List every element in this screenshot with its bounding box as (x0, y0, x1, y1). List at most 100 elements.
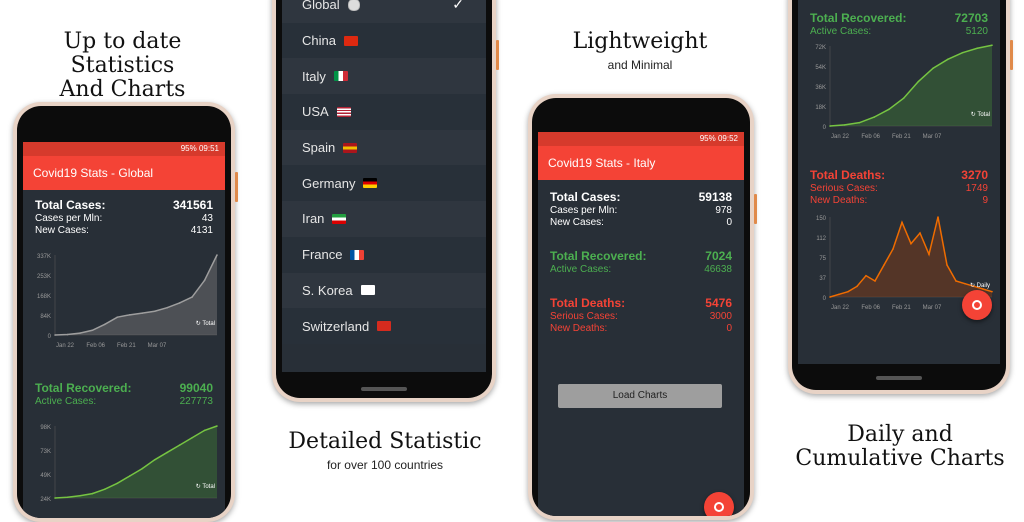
total-recovered-value: 7024 (705, 249, 732, 263)
country-item[interactable]: Spain (282, 129, 486, 166)
data-point (873, 116, 875, 118)
data-point (91, 492, 94, 495)
data-point (116, 316, 119, 318)
country-item[interactable]: China (282, 22, 486, 59)
country-item[interactable]: USA (282, 94, 486, 130)
data-point (932, 67, 934, 70)
new-cases-value: 4131 (190, 225, 213, 236)
globe-icon (714, 502, 724, 512)
recovered-chart: 98K 73K 49K 24K ↻ Total (23, 422, 225, 502)
data-point (153, 310, 156, 313)
chart-toggle[interactable]: ↻ Total (971, 111, 990, 118)
data-point (838, 293, 840, 296)
home-indicator (361, 387, 407, 391)
data-point (66, 496, 69, 499)
country-item[interactable]: France (282, 236, 486, 273)
screen-charts: Total Recovered: 72703 Active Cases: 5120 … (798, 0, 1000, 364)
country-name: Germany (302, 175, 356, 191)
x-tick-label: Jan 22 (831, 305, 850, 311)
active-cases-value: 46638 (704, 264, 732, 275)
chart-toggle-label[interactable]: ↻ Daily (970, 282, 990, 289)
data-point (883, 264, 885, 266)
data-point (829, 296, 831, 298)
app-title: Covid19 Stats - Global (23, 156, 225, 190)
data-point (919, 232, 921, 234)
phone-body: 95% 09:51 Covid19 Stats - Global Total C… (17, 106, 231, 518)
country-item[interactable]: Iran (282, 201, 486, 237)
data-point (991, 290, 993, 293)
globe-fab[interactable] (962, 290, 992, 320)
data-point (79, 332, 81, 334)
total-cases-value: 341561 (172, 198, 213, 212)
data-point (865, 274, 867, 277)
data-point (976, 47, 979, 50)
x-tick-label: Jan 22 (56, 343, 75, 349)
data-point (888, 108, 890, 111)
total-cases-chart-svg: 337K 253K 168K 84K 0 Jan 22 Feb 06 Feb 21 Mar 07… (37, 254, 218, 349)
serious-cases-label: Serious Cases: (810, 183, 878, 194)
x-tick-label: Feb 06 (861, 305, 880, 311)
flag-china-icon (343, 35, 358, 46)
country-list: Global ✓ China Italy USA Spain Germany Iran Fran… (282, 0, 486, 344)
side-button (235, 172, 238, 202)
new-cases-label: New Cases: (550, 217, 604, 228)
data-point (166, 306, 168, 309)
x-tick-label: Feb 21 (892, 305, 911, 311)
data-point (829, 125, 831, 127)
chart-toggle-label[interactable]: ↻ Total (196, 320, 215, 327)
data-point (66, 333, 69, 336)
y-tick-label: 98K (40, 425, 51, 431)
new-deaths-value: 0 (726, 323, 732, 334)
chart-toggle-label[interactable]: ↻ Total (971, 111, 990, 118)
chart-toggle[interactable]: ↻ Daily (970, 282, 990, 289)
data-point (104, 323, 106, 326)
y-tick-label: 84K (40, 314, 51, 320)
new-cases-value: 0 (726, 217, 732, 228)
country-item[interactable]: Global ✓ (282, 0, 486, 23)
x-tick-label: Mar 07 (148, 343, 167, 349)
recovered-chart-svg: 98K73K49K24K↻ Total (40, 425, 218, 502)
chart-toggle[interactable]: ↻ Total (196, 483, 215, 490)
data-point (54, 497, 56, 499)
recovered-chart: 72K 54K 36K 18K 0 Jan 22 Feb 06 Feb 21 Mar 07 ↻ T… (798, 42, 1000, 142)
y-tick-label: 253K (37, 274, 51, 280)
phone-country-list: Global ✓ China Italy USA Spain Germany Iran Fran… (272, 0, 499, 402)
country-name: Iran (302, 211, 325, 227)
country-item[interactable]: Germany (282, 165, 486, 202)
cases-per-mln-value: 978 (715, 205, 732, 216)
phone-italy: 95% 09:52 Covid19 Stats - Italy Total Ca… (528, 94, 757, 520)
data-point (104, 488, 106, 490)
caption-lightweight-title: Lightweight (572, 29, 708, 54)
country-item[interactable]: Switzerland (282, 308, 486, 344)
data-point (203, 279, 206, 282)
country-item[interactable]: Italy (282, 58, 486, 95)
total-recovered-value: 72703 (954, 11, 988, 25)
cases-per-mln-label: Cases per Mln: (35, 213, 103, 224)
total-deaths-label: Total Deaths: (550, 296, 626, 310)
chart-toggle[interactable]: ↻ Total (196, 320, 215, 327)
new-deaths-label: New Deaths: (810, 195, 868, 206)
x-tick-label: Jan 22 (831, 134, 850, 140)
country-name: Global (302, 0, 340, 13)
x-tick-label: Feb 06 (86, 343, 105, 349)
status-bar: 95% 09:51 (23, 142, 225, 156)
country-item[interactable]: S. Korea (282, 272, 486, 309)
y-tick-label: 37 (819, 276, 826, 282)
active-cases-label: Active Cases: (550, 264, 612, 275)
data-point (902, 97, 905, 100)
country-name: USA (302, 104, 329, 120)
flag-korea-icon (360, 285, 375, 296)
caption-charts: Daily and Cumulative Charts (790, 423, 1010, 471)
country-name: China (302, 33, 336, 49)
chart-toggle-label[interactable]: ↻ Total (196, 483, 215, 490)
check-icon: ✓ (452, 0, 464, 13)
data-point (79, 494, 81, 497)
active-cases-label: Active Cases: (810, 26, 872, 37)
y-tick-label: 150 (816, 216, 827, 222)
load-charts-button[interactable]: Load Charts (558, 384, 722, 408)
caption-statistics: Up to date Statistics And Charts (10, 30, 235, 102)
y-tick-label: 75 (819, 256, 826, 262)
globe-fab[interactable] (704, 492, 734, 516)
phone-global: 95% 09:51 Covid19 Stats - Global Total C… (13, 102, 238, 522)
data-point (128, 314, 131, 316)
